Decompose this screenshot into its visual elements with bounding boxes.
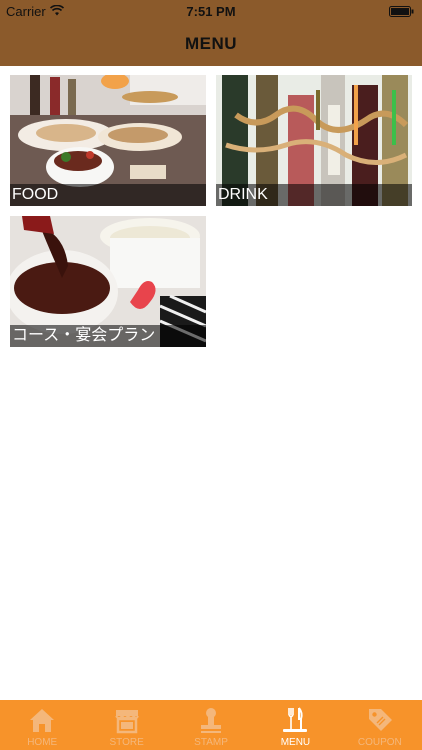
stamp-icon (201, 708, 222, 733)
menu-icon (283, 707, 308, 732)
menu-item-label: DRINK (216, 184, 412, 206)
tab-label: COUPON (357, 737, 402, 748)
tab-label: MENU (280, 737, 311, 748)
tab-label: STORE (109, 737, 144, 748)
tab-coupon[interactable]: COUPON (338, 700, 422, 750)
tab-store[interactable]: STORE (84, 700, 168, 750)
menu-item-drink[interactable]: DRINK (216, 75, 412, 206)
tab-menu[interactable]: MENU (253, 700, 337, 750)
menu-item-label: コース・宴会プラン (10, 325, 206, 347)
status-bar: Carrier 7:51 PM (0, 0, 422, 22)
tab-label: STAMP (194, 737, 228, 748)
tab-stamp[interactable]: STAMP (169, 700, 253, 750)
menu-item-food[interactable]: FOOD (10, 75, 206, 206)
page-title: MENU (184, 34, 238, 53)
tab-label: HOME (27, 737, 58, 748)
store-icon (114, 710, 139, 734)
navigation-header: Carrier 7:51 PM MENU (0, 0, 422, 66)
tab-home[interactable]: HOME (0, 700, 84, 750)
home-icon (30, 709, 55, 732)
menu-item-course-banquet-plan[interactable]: コース・宴会プラン (10, 216, 206, 347)
battery-icon (389, 6, 414, 17)
status-time: 7:51 PM (186, 4, 236, 19)
coupon-icon (368, 709, 392, 731)
tab-bar: HOME STORE STAMP MENU COUPON (0, 700, 422, 750)
menu-item-label: FOOD (10, 184, 206, 206)
